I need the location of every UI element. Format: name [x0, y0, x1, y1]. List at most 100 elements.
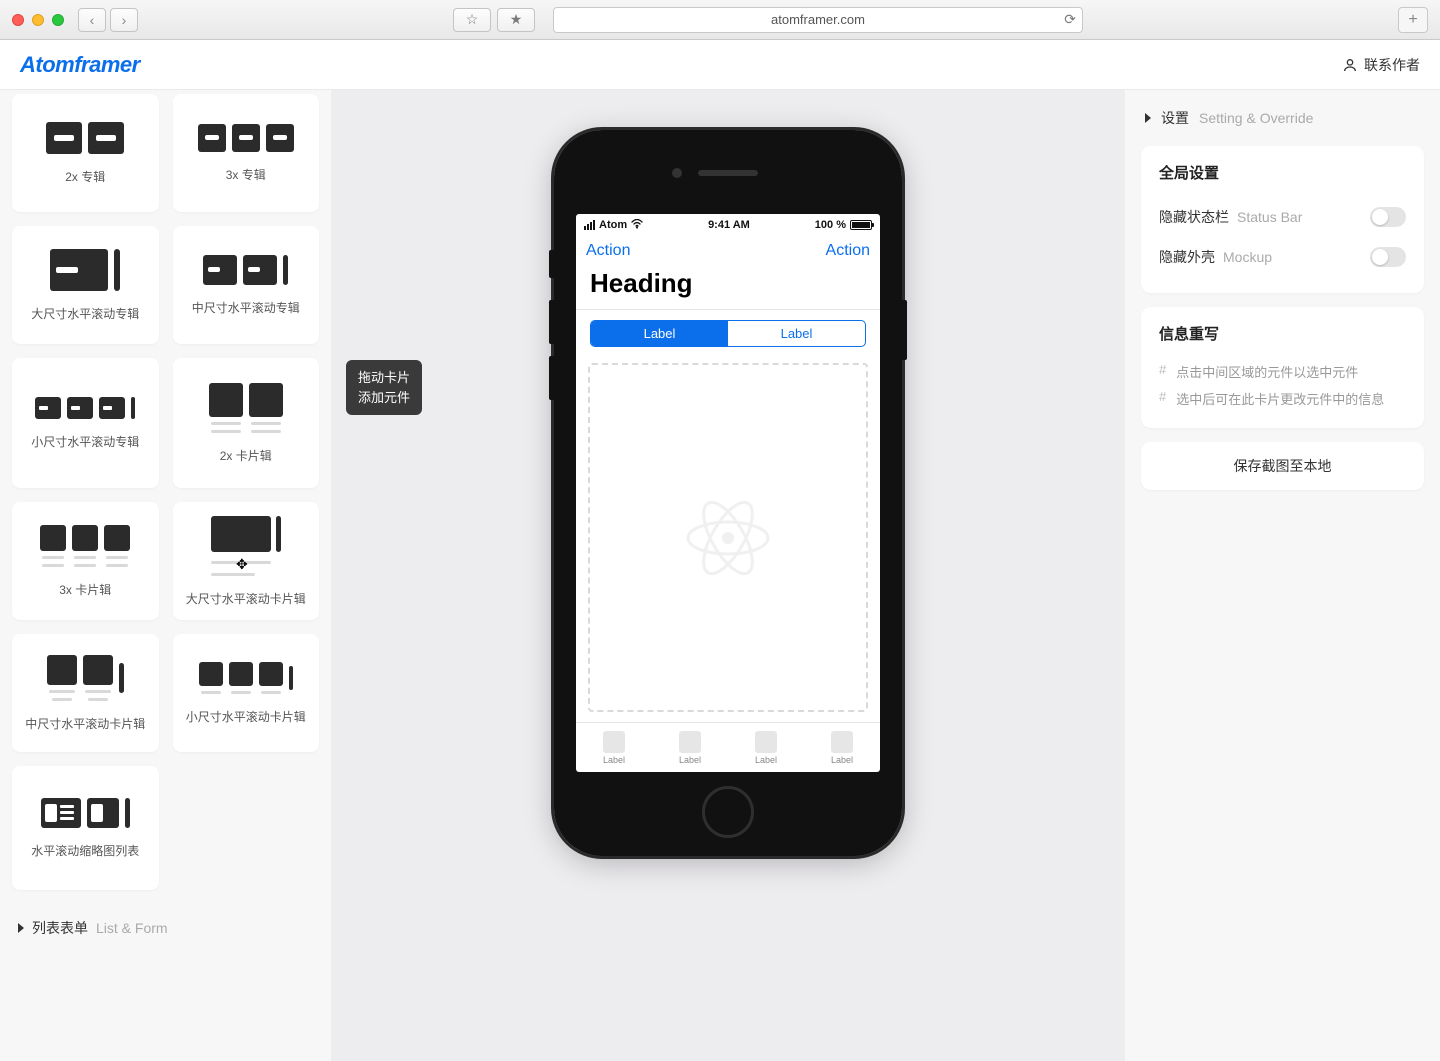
segment-2[interactable]: Label	[728, 321, 865, 346]
bookmark-button[interactable]: ★	[497, 8, 535, 32]
tab-item-4[interactable]: Label	[831, 731, 853, 765]
wifi-icon	[631, 219, 643, 232]
contact-label: 联系作者	[1364, 55, 1420, 75]
tab-item-1[interactable]: Label	[603, 731, 625, 765]
section-label-en: List & Form	[96, 920, 168, 936]
preview-icon	[199, 662, 293, 694]
bookmark-buttons: ☆ ★	[453, 8, 535, 32]
url-text: atomframer.com	[771, 12, 865, 27]
preview-icon	[46, 122, 124, 154]
power-button	[902, 300, 907, 360]
preview-icon	[50, 249, 120, 291]
component-2x-album[interactable]: 2x 专辑	[12, 94, 159, 212]
screen-heading[interactable]: Heading	[576, 266, 880, 310]
preview-icon	[203, 255, 288, 285]
global-settings-card: 全局设置 隐藏状态栏Status Bar 隐藏外壳Mockup	[1141, 146, 1424, 293]
tab-icon	[755, 731, 777, 753]
component-medium-hscroll-album[interactable]: 中尺寸水平滚动专辑	[173, 226, 320, 344]
component-label: 中尺寸水平滚动卡片辑	[25, 715, 145, 732]
component-hscroll-thumb-list[interactable]: 水平滚动缩略图列表	[12, 766, 159, 890]
atom-placeholder-icon	[678, 488, 778, 588]
tab-bar: Label Label Label Label	[576, 722, 880, 772]
component-label: 中尺寸水平滚动专辑	[192, 299, 300, 316]
reload-icon[interactable]: ⟳	[1064, 11, 1076, 28]
volume-up	[549, 300, 554, 344]
component-label: 大尺寸水平滚动卡片辑	[186, 590, 306, 607]
app-header: Atomframer 联系作者	[0, 40, 1440, 90]
app-logo: Atomframer	[20, 52, 140, 78]
component-label: 2x 专辑	[65, 168, 105, 185]
caret-right-icon	[18, 923, 24, 933]
main-layout: 2x 专辑 3x 专辑 大尺寸水平滚动专辑 中尺寸水	[0, 90, 1440, 1061]
save-button-label: 保存截图至本地	[1234, 456, 1332, 476]
window-controls	[12, 14, 64, 26]
settings-panel: 设置 Setting & Override 全局设置 隐藏状态栏Status B…	[1124, 90, 1440, 1061]
section-label-cn: 列表表单	[32, 918, 88, 938]
info-override-title: 信息重写	[1159, 323, 1406, 344]
home-button	[702, 786, 754, 838]
preview-icon	[209, 383, 283, 433]
new-tab-button[interactable]: +	[1398, 7, 1428, 33]
component-large-hscroll-album[interactable]: 大尺寸水平滚动专辑	[12, 226, 159, 344]
status-bar-toggle[interactable]	[1370, 207, 1406, 227]
top-sites-button[interactable]: ☆	[453, 8, 491, 32]
component-label: 小尺寸水平滚动专辑	[31, 433, 139, 450]
hint-1: #点击中间区域的元件以选中元件	[1159, 358, 1406, 385]
canvas-area[interactable]: 拖动卡片 添加元件 Atom	[332, 90, 1124, 1061]
setting-label-cn: 隐藏状态栏	[1159, 209, 1229, 225]
minimize-window-button[interactable]	[32, 14, 44, 26]
component-label: 2x 卡片辑	[220, 447, 272, 464]
signal-icon	[584, 220, 595, 230]
tab-label: Label	[679, 755, 701, 765]
preview-icon	[198, 124, 294, 152]
preview-icon	[211, 516, 281, 576]
maximize-window-button[interactable]	[52, 14, 64, 26]
save-screenshot-button[interactable]: 保存截图至本地	[1141, 442, 1424, 490]
tab-item-2[interactable]: Label	[679, 731, 701, 765]
back-button[interactable]: ‹	[78, 8, 106, 32]
component-3x-cards[interactable]: 3x 卡片辑	[12, 502, 159, 620]
tab-icon	[679, 731, 701, 753]
component-medium-hscroll-cards[interactable]: 中尺寸水平滚动卡片辑	[12, 634, 159, 752]
contact-author-link[interactable]: 联系作者	[1342, 55, 1420, 75]
component-3x-album[interactable]: 3x 专辑	[173, 94, 320, 212]
settings-header[interactable]: 设置 Setting & Override	[1141, 104, 1424, 132]
component-large-hscroll-cards[interactable]: 大尺寸水平滚动卡片辑	[173, 502, 320, 620]
tab-label: Label	[603, 755, 625, 765]
nav-action-right[interactable]: Action	[826, 242, 870, 260]
close-window-button[interactable]	[12, 14, 24, 26]
tab-icon	[831, 731, 853, 753]
component-small-hscroll-cards[interactable]: 小尺寸水平滚动卡片辑	[173, 634, 320, 752]
preview-icon	[41, 798, 130, 828]
phone-speaker	[698, 170, 758, 176]
component-label: 小尺寸水平滚动卡片辑	[186, 708, 306, 725]
tab-item-3[interactable]: Label	[755, 731, 777, 765]
caret-right-icon	[1145, 113, 1151, 123]
global-settings-title: 全局设置	[1159, 162, 1406, 183]
nav-arrows: ‹ ›	[78, 8, 138, 32]
phone-camera	[672, 168, 682, 178]
browser-chrome: ‹ › ☆ ★ atomframer.com ⟳ +	[0, 0, 1440, 40]
segmented-control[interactable]: Label Label	[590, 320, 866, 347]
user-icon	[1342, 57, 1358, 73]
preview-icon	[35, 397, 135, 419]
section-list-form[interactable]: 列表表单 List & Form	[12, 908, 319, 948]
phone-screen[interactable]: Atom 9:41 AM 100 % Action Action Hea	[576, 214, 880, 772]
battery-icon	[850, 220, 872, 230]
mute-switch	[549, 250, 554, 278]
forward-button[interactable]: ›	[110, 8, 138, 32]
volume-down	[549, 356, 554, 400]
component-2x-cards[interactable]: 2x 卡片辑	[173, 358, 320, 488]
nav-action-left[interactable]: Action	[586, 242, 630, 260]
info-override-card: 信息重写 #点击中间区域的元件以选中元件 #选中后可在此卡片更改元件中的信息	[1141, 307, 1424, 428]
segment-1[interactable]: Label	[591, 321, 728, 346]
carrier-label: Atom	[599, 219, 627, 231]
component-small-hscroll-album[interactable]: 小尺寸水平滚动专辑	[12, 358, 159, 488]
component-label: 3x 专辑	[226, 166, 266, 183]
component-dropzone[interactable]	[588, 363, 868, 712]
tab-label: Label	[755, 755, 777, 765]
settings-header-cn: 设置	[1161, 108, 1189, 128]
address-bar[interactable]: atomframer.com ⟳	[553, 7, 1083, 33]
mockup-toggle[interactable]	[1370, 247, 1406, 267]
component-label: 3x 卡片辑	[59, 581, 111, 598]
